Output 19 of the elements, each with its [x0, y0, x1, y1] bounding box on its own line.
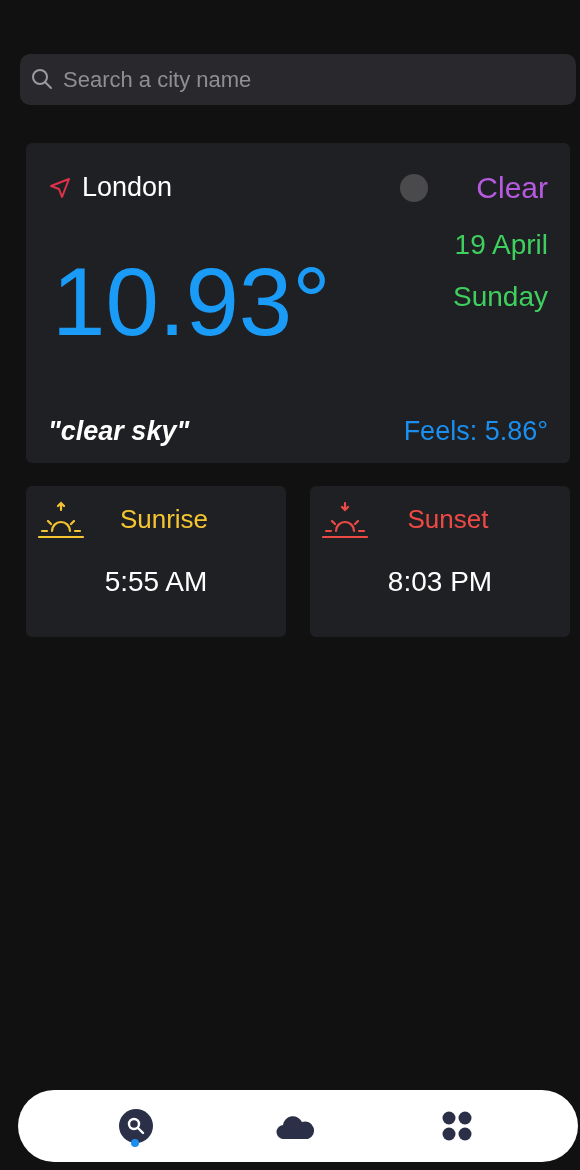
search-icon [126, 1116, 146, 1136]
description-text: "clear sky" [48, 414, 190, 448]
time-text: 8:03 PM [387, 565, 493, 599]
day-text: Sunday [453, 280, 548, 314]
date-text: 19 April [454, 228, 548, 262]
time-text: 5:55 AM [104, 565, 208, 599]
apps-icon [442, 1111, 472, 1141]
sunset-icon [322, 500, 368, 539]
temperature: 10.93° [52, 254, 331, 350]
condition-text: Clear [476, 170, 548, 206]
feels-like-text: Feels: 5.86° [403, 414, 548, 448]
card-title: Sunset [406, 503, 490, 536]
search-field[interactable]: Search a city name [20, 54, 576, 105]
search-icon [30, 67, 54, 91]
city-name: London [82, 171, 173, 205]
card-title: Sunrise [118, 503, 210, 536]
location-arrow-icon [48, 175, 72, 200]
sunrise-icon [38, 500, 84, 539]
cloud-icon [276, 1113, 314, 1139]
